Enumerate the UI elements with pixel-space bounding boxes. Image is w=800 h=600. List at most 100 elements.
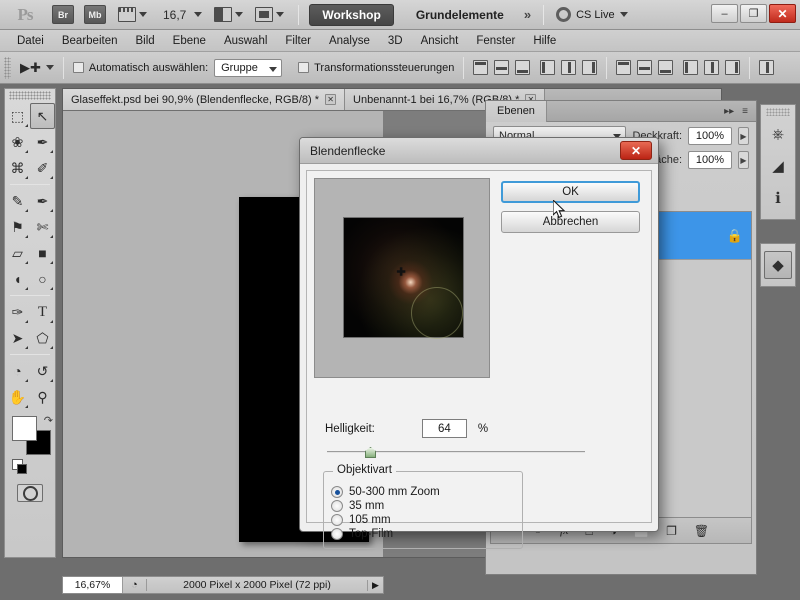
type-tool[interactable]: T [30, 299, 55, 325]
transform-controls-checkbox[interactable] [298, 62, 310, 73]
document-tab-glaseffekt[interactable]: Glaseffekt.psd bei 90,9% (Blendenflecke,… [63, 89, 346, 110]
opacity-stepper-icon[interactable]: ▶ [738, 126, 749, 145]
navigator-icon[interactable]: ⎈ [764, 120, 792, 148]
close-icon[interactable]: ✕ [325, 94, 337, 105]
menu-item-datei[interactable]: Datei [8, 30, 53, 52]
menu-item-3d[interactable]: 3D [379, 30, 412, 52]
histogram-icon[interactable]: ◢ [764, 152, 792, 180]
history-brush-tool[interactable]: ✄ [30, 214, 55, 240]
layers-dock-icon[interactable]: ◆ [764, 251, 792, 279]
flare-preview[interactable]: ✚ [314, 178, 490, 378]
distribute-horizontal-center-icon[interactable] [704, 60, 720, 75]
dodge-tool[interactable]: ○ [30, 266, 55, 292]
flare-preview-image[interactable]: ✚ [343, 217, 464, 340]
new-layer-icon[interactable]: ❐ [666, 524, 677, 538]
cs-live-button[interactable]: CS Live [556, 7, 628, 22]
foreground-color-swatch[interactable] [12, 416, 37, 441]
quick-mask-toggle[interactable] [5, 484, 55, 502]
menu-item-auswahl[interactable]: Auswahl [215, 30, 276, 52]
menu-item-bild[interactable]: Bild [126, 30, 163, 52]
dock-grip[interactable] [766, 108, 790, 116]
crop-tool[interactable]: ⌘ [5, 155, 30, 181]
rotate-3d-tool[interactable]: ◔ [5, 358, 30, 384]
gradient-tool[interactable]: ■ [30, 240, 55, 266]
menu-item-ebene[interactable]: Ebene [164, 30, 215, 52]
auto-select-checkbox[interactable] [72, 62, 84, 73]
path-selection-tool[interactable]: ➤ [5, 325, 30, 351]
lasso-tool[interactable]: ❀ [5, 129, 30, 155]
zoom-chevron-down-icon[interactable] [194, 12, 203, 17]
menu-item-bearbeiten[interactable]: Bearbeiten [53, 30, 127, 52]
opacity-value[interactable]: 100% [688, 126, 732, 145]
blur-tool[interactable]: ◖ [5, 266, 30, 292]
brightness-input[interactable]: 64 [421, 419, 467, 438]
lens-option-50-300mm[interactable]: 50-300 mm Zoom [324, 485, 522, 499]
distribute-left-icon[interactable] [683, 60, 699, 75]
document-info-icon[interactable]: ◔ [123, 579, 147, 591]
menu-item-fenster[interactable]: Fenster [467, 30, 524, 52]
collapse-panel-icon[interactable]: ▸▸ [724, 106, 734, 117]
brush-tool[interactable]: ✒ [30, 188, 55, 214]
status-menu-arrow-icon[interactable]: ▶ [367, 579, 383, 591]
options-bar-grip[interactable] [4, 56, 11, 79]
healing-brush-tool[interactable]: ✎ [5, 188, 30, 214]
align-horizontal-center-icon[interactable] [561, 60, 577, 75]
move-tool[interactable]: ↖ [30, 103, 55, 129]
workspace-workshop-button[interactable]: Workshop [309, 3, 394, 26]
align-bottom-icon[interactable] [515, 60, 531, 75]
arrange-documents-button[interactable] [214, 4, 244, 26]
swap-colors-icon[interactable]: ↷ [44, 414, 53, 427]
fill-stepper-icon[interactable]: ▶ [738, 151, 749, 169]
ok-button[interactable]: OK [501, 181, 640, 203]
lens-option-top-film[interactable]: Top-Film [324, 527, 522, 541]
workspace-grundelemente-button[interactable]: Grundelemente [404, 4, 516, 26]
flare-center-crosshair-icon[interactable]: ✚ [397, 265, 406, 278]
align-left-icon[interactable] [540, 60, 556, 75]
align-right-icon[interactable] [582, 60, 598, 75]
launch-bridge-button[interactable]: Br [52, 5, 74, 24]
view-extras-button[interactable] [118, 4, 147, 26]
zoom-level-value[interactable]: 16,7 [163, 8, 186, 22]
menu-item-analyse[interactable]: Analyse [320, 30, 379, 52]
tab-ebenen[interactable]: Ebenen [486, 100, 547, 122]
brightness-slider[interactable] [327, 447, 585, 458]
shape-tool[interactable]: ⬠ [30, 325, 55, 351]
status-zoom-value[interactable]: 16,67% [63, 577, 123, 593]
auto-select-scope-dropdown[interactable]: Gruppe [214, 58, 283, 77]
menu-item-hilfe[interactable]: Hilfe [524, 30, 565, 52]
align-vertical-center-icon[interactable] [494, 60, 510, 75]
pen-tool[interactable]: ✑ [5, 299, 30, 325]
minimize-button[interactable]: – [711, 4, 738, 23]
dialog-title-bar[interactable]: Blendenflecke ✕ [300, 138, 658, 164]
info-icon[interactable]: ℹ [764, 184, 792, 212]
menu-item-filter[interactable]: Filter [276, 30, 320, 52]
panel-menu-icon[interactable]: ≡ [742, 106, 748, 117]
distribute-right-icon[interactable] [725, 60, 741, 75]
screen-mode-button[interactable] [255, 4, 285, 26]
launch-mini-bridge-button[interactable]: Mb [84, 5, 106, 24]
delete-layer-icon[interactable]: 🗑 [694, 524, 709, 538]
tools-panel-grip[interactable] [9, 91, 51, 100]
align-top-icon[interactable] [473, 60, 489, 75]
lens-option-35mm[interactable]: 35 mm [324, 499, 522, 513]
lens-option-105mm[interactable]: 105 mm [324, 513, 522, 527]
auto-align-layers-icon[interactable] [759, 60, 775, 75]
fill-value[interactable]: 100% [688, 151, 732, 169]
default-colors-icon[interactable] [12, 459, 27, 474]
dialog-close-button[interactable]: ✕ [620, 141, 652, 160]
close-button[interactable]: ✕ [769, 4, 796, 23]
workspace-overflow-icon[interactable]: » [524, 7, 531, 22]
quick-selection-tool[interactable]: ✒ [30, 129, 55, 155]
active-tool-preset[interactable]: ▶✚ [20, 60, 54, 76]
zoom-tool[interactable]: ⚲ [30, 384, 55, 410]
restore-button[interactable]: ❐ [740, 4, 767, 23]
slider-handle[interactable] [365, 447, 376, 458]
distribute-vertical-center-icon[interactable] [637, 60, 653, 75]
hand-tool[interactable]: ✋ [5, 384, 30, 410]
orbit-3d-camera-tool[interactable]: ↺ [30, 358, 55, 384]
distribute-bottom-icon[interactable] [658, 60, 674, 75]
cancel-button[interactable]: Abbrechen [501, 211, 640, 233]
eyedropper-tool[interactable]: ✐ [30, 155, 55, 181]
menu-item-ansicht[interactable]: Ansicht [412, 30, 468, 52]
marquee-tool[interactable]: ⬚ [5, 103, 30, 129]
